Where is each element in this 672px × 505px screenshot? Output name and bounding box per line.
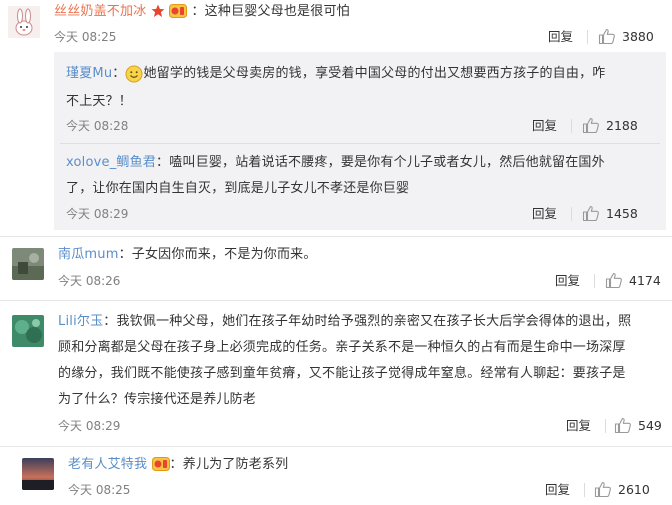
reply-button[interactable]: 回复	[566, 417, 591, 435]
like-count: 1458	[606, 206, 638, 221]
avatar[interactable]	[12, 315, 44, 347]
reply-text-line: 不上天？！	[66, 94, 133, 109]
reply-divider	[60, 143, 660, 144]
like-count: 2188	[606, 118, 638, 133]
thumbs-up-icon	[594, 481, 611, 498]
thumbs-up-icon	[605, 272, 622, 289]
username[interactable]: Lili尔玉	[58, 314, 103, 329]
divider	[571, 207, 572, 221]
username[interactable]: 瑾夏Mu	[66, 66, 112, 81]
username[interactable]: 南瓜mum	[58, 247, 119, 262]
timestamp: 今天 08:25	[68, 483, 131, 497]
reply-button[interactable]: 回复	[555, 272, 580, 290]
avatar[interactable]	[12, 248, 44, 280]
comment-body: 南瓜mum：子女因你而来，不是为你而来。	[58, 247, 317, 262]
reply-button[interactable]: 回复	[532, 205, 557, 223]
reply-button[interactable]: 回复	[545, 481, 570, 499]
comment-body: 老有人艾特我 ：养儿为了防老系列	[68, 455, 288, 478]
reply-text-line: 了，让你在国内自生自灭，到底是儿子女儿不孝还是你巨婴	[66, 181, 410, 196]
like-count: 3880	[622, 29, 654, 44]
timestamp: 今天 08:29	[66, 207, 129, 221]
username[interactable]: xolove_鲷鱼君	[66, 155, 156, 170]
like-count: 2610	[618, 482, 650, 497]
comment-body: Lili尔玉：我钦佩一种父母，她们在孩子年幼时给予强烈的亲密又在孩子长大后学会得…	[58, 314, 632, 329]
star-badge-icon[interactable]	[151, 4, 165, 25]
comment-divider	[0, 236, 672, 237]
thumbs-up-icon	[582, 205, 599, 222]
avatar[interactable]	[22, 458, 54, 490]
divider	[587, 30, 588, 44]
divider	[584, 483, 585, 497]
username[interactable]: 丝丝奶盖不加冰	[54, 4, 146, 19]
reply-body: 瑾夏Mu： 她留学的钱是父母卖房的钱，享受着中国父母的付出又想要西方孩子的自由，咋	[66, 64, 605, 87]
smile-emoji-icon	[125, 65, 143, 87]
thumbs-up-icon	[614, 417, 631, 434]
reply-button[interactable]: 回复	[532, 117, 557, 135]
timestamp: 今天 08:29	[58, 419, 121, 433]
avatar[interactable]	[8, 6, 40, 38]
comment-text-line: 顾和分离都是父母在孩子身上必须完成的任务。亲子关系不是一种恒久的占有而是生命中一…	[58, 340, 626, 355]
reply-body: xolove_鲷鱼君：嗑叫巨婴，站着说话不腰疼，要是你有个儿子或者女儿，然后他就…	[66, 155, 605, 170]
like-count: 4174	[629, 273, 661, 288]
comment-divider	[0, 300, 672, 301]
comment-text-line: 的缘分，我们既不能使孩子感到童年贫瘠，又不能让孩子觉得成年窒息。经常有人聊起：要…	[58, 366, 626, 381]
divider	[594, 274, 595, 288]
vip-badge-icon[interactable]	[169, 4, 188, 25]
vip-badge-icon[interactable]	[151, 457, 170, 478]
comment-body: 丝丝奶盖不加冰 ：这种巨婴父母也是很可怕	[54, 2, 350, 25]
thumbs-up-icon	[598, 28, 615, 45]
thumbs-up-icon	[582, 117, 599, 134]
timestamp: 今天 08:26	[58, 274, 121, 288]
comment-text-line: 为了什么？传宗接代还是养儿防老	[58, 392, 257, 407]
comment-feed: 丝丝奶盖不加冰 ：这种巨婴父母也是很可怕 今天 08:25 回复 3880 瑾夏…	[0, 0, 672, 505]
timestamp: 今天 08:25	[54, 30, 117, 44]
username[interactable]: 老有人艾特我	[68, 457, 147, 472]
like-count: 549	[638, 418, 662, 433]
comment-divider	[0, 446, 672, 447]
divider	[605, 419, 606, 433]
timestamp: 今天 08:28	[66, 119, 129, 133]
divider	[571, 119, 572, 133]
reply-button[interactable]: 回复	[548, 28, 573, 46]
